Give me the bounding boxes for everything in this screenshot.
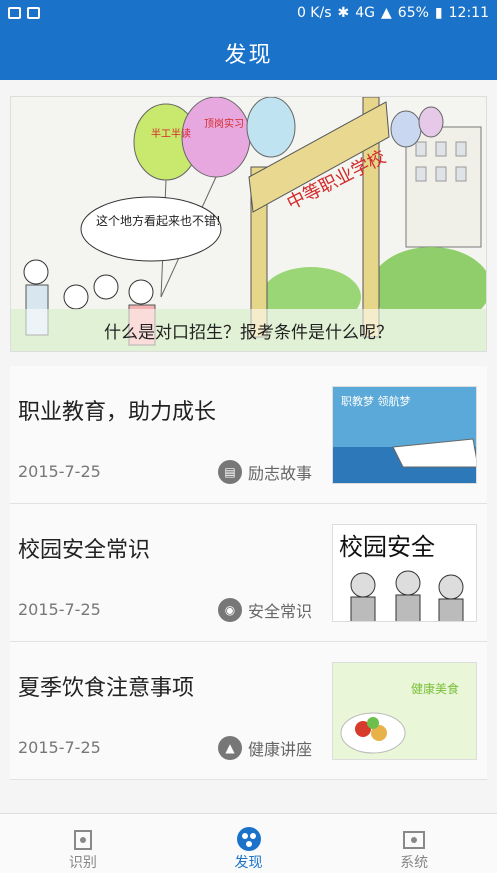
signal-icon: ▲ bbox=[381, 5, 392, 21]
book-icon: ▤ bbox=[218, 460, 242, 484]
scan-icon bbox=[70, 826, 96, 852]
news-category: ◉ 安全常识 bbox=[218, 598, 312, 622]
thumbnail-text: 职教梦 领航梦 bbox=[341, 394, 411, 408]
news-category-label: 励志故事 bbox=[248, 464, 313, 483]
thumbnail-text: 健康美食 bbox=[411, 681, 459, 696]
balloon-text-2: 顶岗实习 bbox=[204, 117, 244, 130]
gallery-icon bbox=[27, 7, 40, 19]
bluetooth-icon: ✱ bbox=[337, 5, 350, 21]
news-category-label: 健康讲座 bbox=[248, 740, 313, 759]
folder-icon bbox=[401, 826, 427, 852]
news-thumbnail: 职教梦 领航梦 bbox=[332, 386, 477, 484]
tab-label: 系统 bbox=[400, 855, 429, 871]
banner-caption: 什么是对口招生？报考条件是什么呢？ bbox=[11, 309, 486, 351]
tab-label: 识别 bbox=[68, 855, 97, 871]
news-item[interactable]: 职业教育，助力成长 2015-7-25 ▤ 励志故事 职教梦 领航梦 bbox=[10, 366, 487, 504]
news-item[interactable]: 夏季饮食注意事项 2015-7-25 ▲ 健康讲座 健康美食 bbox=[10, 642, 487, 780]
tab-label: 发现 bbox=[234, 855, 263, 871]
news-item[interactable]: 校园安全常识 2015-7-25 ◉ 安全常识 校园安全 bbox=[10, 504, 487, 642]
news-category-label: 安全常识 bbox=[248, 602, 313, 621]
news-category: ▤ 励志故事 bbox=[218, 460, 312, 484]
news-title: 校园安全常识 bbox=[18, 538, 151, 563]
news-list: 职业教育，助力成长 2015-7-25 ▤ 励志故事 职教梦 领航梦 校园安全常… bbox=[0, 366, 497, 780]
graduation-cap-icon: ▲ bbox=[218, 736, 242, 760]
status-bar: 0 K/s ✱ 4G ▲ 65% ▮ 12:11 bbox=[0, 0, 497, 26]
news-title: 职业教育，助力成长 bbox=[18, 400, 217, 425]
discover-icon bbox=[236, 826, 262, 852]
thumbnail-text: 校园安全 bbox=[339, 533, 435, 561]
network-speed: 0 K/s bbox=[296, 5, 332, 21]
signal-label: 4G bbox=[355, 5, 376, 21]
tab-discover[interactable]: 发现 bbox=[166, 814, 332, 873]
news-thumbnail: 校园安全 bbox=[332, 524, 477, 622]
news-title: 夏季饮食注意事项 bbox=[18, 676, 195, 701]
tab-scan[interactable]: 识别 bbox=[0, 814, 166, 873]
speech-bubble-text: 这个地方看起来也不错! bbox=[96, 213, 221, 228]
app-header: 发现 bbox=[0, 26, 497, 80]
main-content: 中等职业学校 半工半读 顶岗实习 这个地方看起来也不错! 什么是对口招生？报考条… bbox=[0, 80, 497, 813]
tab-system[interactable]: 系统 bbox=[331, 814, 497, 873]
news-date: 2015-7-25 bbox=[18, 738, 101, 757]
news-thumbnail: 健康美食 bbox=[332, 662, 477, 760]
news-category: ▲ 健康讲座 bbox=[218, 736, 312, 760]
page-title: 发现 bbox=[224, 43, 273, 68]
news-date: 2015-7-25 bbox=[18, 600, 101, 619]
bottom-tab-bar: 识别 发现 系统 bbox=[0, 813, 497, 873]
clock: 12:11 bbox=[448, 5, 489, 21]
camera-icon: ◉ bbox=[218, 598, 242, 622]
news-date: 2015-7-25 bbox=[18, 462, 101, 481]
balloon-text-1: 半工半读 bbox=[151, 127, 191, 140]
featured-banner[interactable]: 中等职业学校 半工半读 顶岗实习 这个地方看起来也不错! 什么是对口招生？报考条… bbox=[10, 96, 487, 352]
notification-icon bbox=[8, 7, 21, 19]
battery-level: 65% bbox=[397, 5, 429, 21]
battery-icon: ▮ bbox=[434, 5, 443, 21]
